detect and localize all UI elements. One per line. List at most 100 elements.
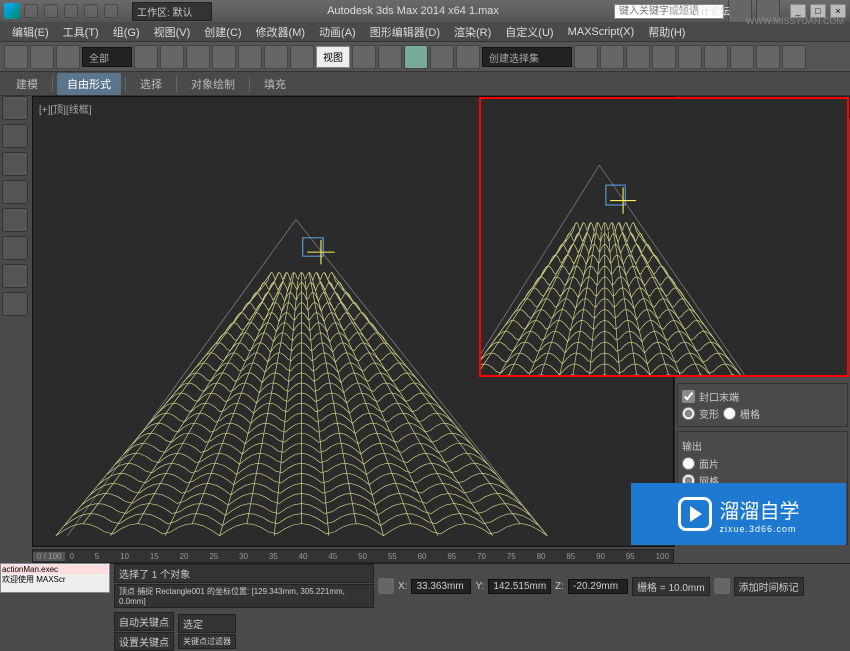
listener-line-2: 欢迎使用 MAXScr [2, 574, 108, 585]
menu-item[interactable]: 自定义(U) [499, 22, 559, 42]
snap-status: 顶点 捕捉 Rectangle001 的坐标位置: [129.343mm, 30… [114, 584, 374, 608]
select-name-icon[interactable] [160, 45, 184, 69]
bind-icon[interactable] [56, 45, 80, 69]
timetag-icon[interactable] [714, 578, 730, 594]
freeze-icon[interactable] [2, 152, 28, 176]
play-icon [678, 497, 712, 531]
undo-icon[interactable] [84, 4, 98, 18]
key-filter[interactable]: 关键点过滤器 [178, 634, 236, 649]
rotate-icon[interactable] [264, 45, 288, 69]
menu-item[interactable]: 渲染(R) [448, 22, 497, 42]
refcoord-combo[interactable]: 视图 [316, 46, 350, 68]
curve-editor-icon[interactable] [652, 45, 676, 69]
x-spinner[interactable]: 33.363mm [411, 579, 471, 594]
menubar: 编辑(E)工具(T)组(G)视图(V)创建(C)修改器(M)动画(A)图形编辑器… [0, 22, 850, 42]
output-header: 输出 [682, 436, 843, 455]
menu-item[interactable]: 工具(T) [57, 22, 105, 42]
autokey-button[interactable]: 自动关键点 [114, 612, 174, 631]
viewport[interactable]: [+][顶][线框] [32, 96, 674, 547]
forum-url: WWW.MISSYUAN.COM [746, 16, 844, 26]
y-spinner[interactable]: 142.515mm [488, 579, 551, 594]
ribbon-tab[interactable]: 填充 [254, 73, 296, 95]
layers-icon[interactable] [626, 45, 650, 69]
cap-end-label: 封口末端 [699, 389, 739, 404]
open-icon[interactable] [44, 4, 58, 18]
mirror-icon[interactable] [574, 45, 598, 69]
patch-radio[interactable] [682, 457, 695, 470]
left-toolbar [2, 96, 30, 316]
window-crossing-icon[interactable] [212, 45, 236, 69]
brand-url: zixue.3d66.com [720, 524, 800, 534]
menu-item[interactable]: 创建(C) [198, 22, 247, 42]
scale-icon[interactable] [290, 45, 314, 69]
menu-item[interactable]: 修改器(M) [250, 22, 312, 42]
move-icon[interactable] [238, 45, 262, 69]
align-icon[interactable] [600, 45, 624, 69]
display-icon[interactable] [2, 208, 28, 232]
time-ticks: 0510152025303540455055606570758085909510… [65, 552, 673, 561]
grid-radio[interactable] [723, 407, 736, 420]
time-slider[interactable]: 0 / 100 05101520253035404550556065707580… [32, 549, 674, 563]
menu-item[interactable]: 视图(V) [148, 22, 197, 42]
brand-text: 溜溜自学 [720, 495, 800, 524]
status-bar: 选择了 1 个对象 顶点 捕捉 Rectangle001 的坐标位置: [129… [110, 563, 850, 593]
menu-item[interactable]: MAXScript(X) [562, 24, 641, 40]
menu-item[interactable]: 组(G) [107, 22, 146, 42]
patch-label: 面片 [699, 456, 719, 471]
time-pos: 0 / 100 [33, 552, 65, 561]
zoom-overlay [479, 97, 849, 377]
render-frame-icon[interactable] [756, 45, 780, 69]
utility-icon[interactable] [2, 292, 28, 316]
menu-item[interactable]: 图形编辑器(D) [364, 22, 446, 42]
x-label: X: [398, 581, 407, 592]
brand-watermark: 溜溜自学 zixue.3d66.com [631, 483, 846, 545]
container-icon[interactable] [2, 96, 28, 120]
ribbon-tab[interactable]: 自由形式 [57, 73, 121, 95]
snap-toggle-icon[interactable] [378, 45, 402, 69]
hierarchy-icon[interactable] [2, 236, 28, 260]
main-toolbar: 全部 视图 创建选择集 [0, 42, 850, 72]
angle-snap-icon[interactable] [404, 45, 428, 69]
key-selected[interactable]: 选定 [178, 614, 236, 633]
percent-snap-icon[interactable] [430, 45, 454, 69]
workspace-combo[interactable]: 工作区: 默认 [132, 2, 212, 21]
ribbon-tab[interactable]: 建模 [6, 73, 48, 95]
pivot-icon[interactable] [352, 45, 376, 69]
ribbon-tabs: 建模自由形式选择对象绘制填充 [0, 72, 850, 96]
render-setup-icon[interactable] [730, 45, 754, 69]
selection-filter-combo[interactable]: 全部 [82, 47, 132, 67]
forum-watermark: 思缘设计论坛 [670, 3, 730, 18]
select-icon[interactable] [134, 45, 158, 69]
isolate-icon[interactable] [2, 124, 28, 148]
z-spinner[interactable]: -20.29mm [568, 579, 628, 594]
menu-item[interactable]: 帮助(H) [642, 22, 691, 42]
grid-radio-label: 栅格 [740, 406, 760, 421]
redo-icon[interactable] [104, 4, 118, 18]
y-label: Y: [475, 581, 484, 592]
spinner-snap-icon[interactable] [456, 45, 480, 69]
layer-tool-icon[interactable] [2, 180, 28, 204]
z-label: Z: [555, 581, 564, 592]
unlink-icon[interactable] [30, 45, 54, 69]
capping-rollout: 封口末端 变形 栅格 [677, 383, 848, 427]
ribbon-tab[interactable]: 选择 [130, 73, 172, 95]
maxscript-listener[interactable]: actionMan.exec 欢迎使用 MAXScr [0, 563, 110, 593]
new-icon[interactable] [24, 4, 38, 18]
motion-icon[interactable] [2, 264, 28, 288]
schematic-icon[interactable] [678, 45, 702, 69]
ribbon-tab[interactable]: 对象绘制 [181, 73, 245, 95]
save-icon[interactable] [64, 4, 78, 18]
cap-end-checkbox[interactable] [682, 390, 695, 403]
morph-radio[interactable] [682, 407, 695, 420]
lock-icon[interactable] [378, 578, 394, 594]
app-logo-icon [4, 3, 20, 19]
quick-access-toolbar [24, 4, 118, 18]
named-selset-combo[interactable]: 创建选择集 [482, 47, 572, 67]
menu-item[interactable]: 动画(A) [313, 22, 362, 42]
link-icon[interactable] [4, 45, 28, 69]
material-editor-icon[interactable] [704, 45, 728, 69]
menu-item[interactable]: 编辑(E) [6, 22, 55, 42]
select-region-icon[interactable] [186, 45, 210, 69]
render-icon[interactable] [782, 45, 806, 69]
setkey-button[interactable]: 设置关键点 [114, 632, 174, 651]
